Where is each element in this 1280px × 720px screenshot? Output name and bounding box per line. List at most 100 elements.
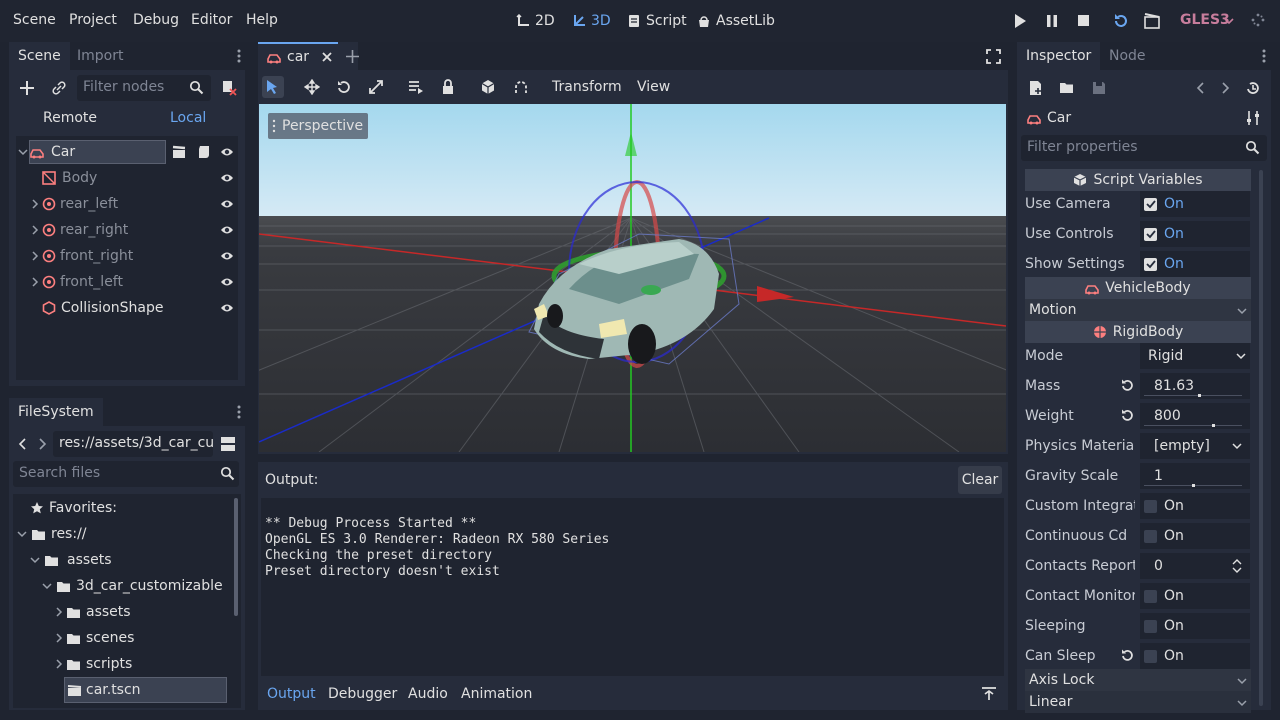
file-tree-scrollbar[interactable] [234, 498, 238, 616]
menu-project[interactable]: Project [69, 12, 117, 28]
prop-show-settings-checkbox[interactable]: On [1140, 251, 1250, 277]
menu-dots-icon[interactable] [234, 48, 244, 64]
mode-script-button[interactable]: Script [627, 10, 687, 32]
history-forward-icon[interactable] [1219, 81, 1231, 95]
fs-row-res[interactable]: res:// [17, 521, 87, 547]
tree-row-car[interactable]: Car [16, 139, 238, 165]
section-script-variables[interactable]: Script Variables [1025, 169, 1251, 191]
list-select-icon[interactable] [408, 79, 424, 95]
filter-properties-field[interactable]: Filter properties [1021, 135, 1267, 161]
visibility-eye-icon[interactable] [220, 275, 234, 289]
lock-icon[interactable] [440, 79, 456, 95]
visibility-eye-icon[interactable] [220, 301, 234, 315]
filter-nodes-field[interactable]: Filter nodes [77, 75, 211, 101]
tab-filesystem[interactable]: FileSystem [9, 398, 103, 426]
pause-icon[interactable] [1045, 14, 1059, 28]
chevron-right-icon[interactable] [30, 225, 40, 235]
tab-animation[interactable]: Animation [461, 686, 532, 702]
updown-arrows-icon[interactable] [1232, 559, 1242, 573]
revert-icon[interactable] [1120, 408, 1134, 422]
local-button[interactable]: Local [170, 110, 206, 126]
prop-use-controls-checkbox[interactable]: On [1140, 221, 1250, 247]
visibility-eye-icon[interactable] [220, 249, 234, 263]
transform-menu[interactable]: Transform [552, 79, 622, 95]
rotate-tool-icon[interactable] [336, 79, 352, 95]
add-tab-icon[interactable] [345, 49, 360, 64]
reload-icon[interactable] [1113, 13, 1129, 29]
prop-continuous-cd-checkbox[interactable]: On [1140, 523, 1250, 549]
snap-icon[interactable] [513, 79, 529, 95]
visibility-eye-icon[interactable] [220, 145, 234, 159]
expand-panel-icon[interactable] [981, 687, 997, 701]
tab-import[interactable]: Import [68, 42, 132, 70]
history-back-icon[interactable] [1195, 81, 1207, 95]
path-field[interactable]: res://assets/3d_car_cus [53, 431, 213, 457]
tree-row-body[interactable]: Body [16, 165, 238, 191]
clapperboard-icon[interactable] [172, 145, 186, 159]
prop-mass-slider[interactable]: 81.63 [1140, 373, 1250, 399]
open-folder-icon[interactable] [1059, 80, 1075, 96]
fs-row-scripts[interactable]: scripts [54, 651, 132, 677]
tab-audio[interactable]: Audio [408, 686, 448, 702]
chevron-right-icon[interactable] [30, 251, 40, 261]
tree-row-front-left[interactable]: front_left [16, 269, 238, 295]
revert-icon[interactable] [1120, 378, 1134, 392]
menu-dots-icon[interactable] [1259, 48, 1269, 64]
back-arrow-icon[interactable] [17, 437, 29, 451]
mode-2d-button[interactable]: 2D [516, 10, 555, 32]
tab-scene[interactable]: Scene [9, 42, 70, 70]
tab-output[interactable]: Output [267, 686, 316, 702]
fullscreen-icon[interactable] [986, 49, 1001, 64]
section-vehicle-body[interactable]: VehicleBody [1025, 277, 1251, 299]
viewport-scene[interactable] [259, 104, 1006, 452]
view-menu[interactable]: View [637, 79, 670, 95]
close-icon[interactable] [321, 51, 333, 63]
visibility-eye-icon[interactable] [220, 171, 234, 185]
menu-editor[interactable]: Editor [191, 12, 232, 28]
subsection-linear[interactable]: Linear [1025, 691, 1251, 713]
tree-row-rear-left[interactable]: rear_left [16, 191, 238, 217]
prop-custom-integrator-checkbox[interactable]: On [1140, 493, 1250, 519]
chevron-right-icon[interactable] [30, 277, 40, 287]
prop-gravity-scale-slider[interactable]: 1 [1140, 463, 1250, 489]
stop-icon[interactable] [1077, 14, 1091, 28]
output-log[interactable]: ** Debug Process Started ** OpenGL ES 3.… [261, 498, 1004, 676]
split-view-icon[interactable] [220, 436, 236, 452]
fs-row-sub-assets[interactable]: assets [54, 599, 131, 625]
menu-debug[interactable]: Debug [133, 12, 179, 28]
search-files-field[interactable]: Search files [13, 461, 239, 487]
fs-row-3d-car[interactable]: 3d_car_customizable [42, 573, 223, 599]
menu-help[interactable]: Help [246, 12, 278, 28]
menu-dots-icon[interactable] [234, 404, 244, 420]
mode-assetlib-button[interactable]: AssetLib [697, 10, 775, 32]
tab-inspector[interactable]: Inspector [1017, 42, 1101, 70]
scene-tab-car[interactable]: car [258, 42, 338, 70]
tree-row-collision[interactable]: CollisionShape [16, 295, 238, 321]
fs-row-scenes[interactable]: scenes [54, 625, 134, 651]
revert-icon[interactable] [1120, 648, 1134, 662]
section-rigid-body[interactable]: RigidBody [1025, 321, 1251, 343]
prop-sleeping-checkbox[interactable]: On [1140, 613, 1250, 639]
prop-physics-material-picker[interactable]: [empty] [1140, 433, 1250, 459]
remote-button[interactable]: Remote [43, 110, 97, 126]
play-scene-icon[interactable] [1144, 13, 1160, 29]
group-icon[interactable] [480, 79, 496, 95]
menu-scene[interactable]: Scene [13, 12, 56, 28]
fs-row-assets[interactable]: assets [30, 547, 112, 573]
select-tool-icon[interactable] [265, 79, 279, 95]
subsection-motion[interactable]: Motion [1025, 299, 1251, 321]
tree-row-rear-right[interactable]: rear_right [16, 217, 238, 243]
link-icon[interactable] [51, 80, 67, 96]
viewport-3d[interactable]: Perspective [259, 104, 1006, 452]
forward-arrow-icon[interactable] [36, 437, 48, 451]
save-icon[interactable] [1091, 80, 1107, 96]
mode-3d-button[interactable]: 3D [572, 10, 611, 32]
prop-weight-slider[interactable]: 800 [1140, 403, 1250, 429]
scale-tool-icon[interactable] [368, 79, 384, 95]
chevron-right-icon[interactable] [30, 199, 40, 209]
clear-button[interactable]: Clear [958, 466, 1002, 494]
renderer-select[interactable]: GLES3 [1180, 12, 1230, 28]
script-remove-icon[interactable] [221, 80, 237, 96]
perspective-menu[interactable]: Perspective [268, 113, 369, 139]
inspector-scrollbar[interactable] [1259, 170, 1263, 706]
